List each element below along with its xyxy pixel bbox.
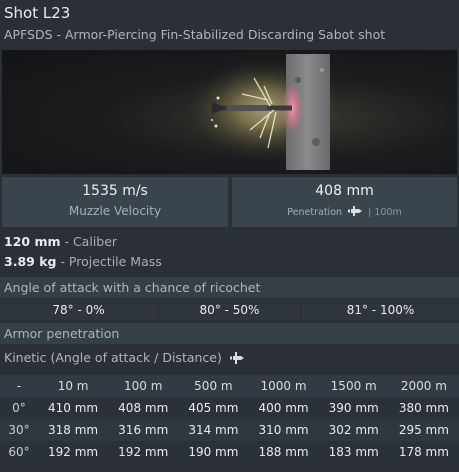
penetration-distance: | 100m (368, 207, 402, 218)
table-cell: 316 mm (108, 419, 179, 441)
table-cell: 192 mm (108, 441, 179, 463)
mass-row: 3.89 kg - Projectile Mass (4, 254, 162, 269)
muzzle-velocity-value: 1535 m/s (82, 183, 148, 199)
mass-value: 3.89 kg (4, 254, 57, 269)
column-header: 1000 m (248, 375, 319, 397)
penetration-box: 408 mm Penetration | 100m (232, 177, 457, 227)
ricochet-header: Angle of attack with a chance of ricoche… (0, 277, 459, 298)
table-row: 0° 410 mm 408 mm 405 mm 400 mm 390 mm 38… (0, 397, 459, 419)
shell-title: Shot L23 (4, 4, 71, 22)
shell-type-subtitle: APFSDS - Armor-Piercing Fin-Stabilized D… (4, 27, 386, 42)
muzzle-velocity-label: Muzzle Velocity (68, 204, 162, 218)
table-cell: 390 mm (318, 397, 389, 419)
table-cell: 178 mm (388, 441, 459, 463)
table-cell: 183 mm (318, 441, 389, 463)
table-cell: 310 mm (248, 419, 319, 441)
table-row: 60° 192 mm 192 mm 190 mm 188 mm 183 mm 1… (0, 441, 459, 463)
penetration-value: 408 mm (315, 183, 374, 199)
table-header-row: - 10 m 100 m 500 m 1000 m 1500 m 2000 m (0, 375, 459, 397)
table-cell: 408 mm (108, 397, 179, 419)
shell-icon (229, 352, 244, 364)
kinetic-label-row: Kinetic (Angle of attack / Distance) (4, 350, 245, 365)
penetration-label: Penetration (287, 207, 343, 218)
ricochet-cell: 81° - 100% (302, 300, 459, 320)
muzzle-velocity-box: 1535 m/s Muzzle Velocity (2, 177, 228, 227)
caliber-label: - Caliber (60, 234, 118, 249)
ricochet-cell: 78° - 0% (0, 300, 157, 320)
table-row: 30° 318 mm 316 mm 314 mm 310 mm 302 mm 2… (0, 419, 459, 441)
table-cell: 380 mm (388, 397, 459, 419)
shell-icon (348, 206, 363, 216)
table-cell: 400 mm (248, 397, 319, 419)
table-cell: 295 mm (388, 419, 459, 441)
mass-label: - Projectile Mass (56, 254, 162, 269)
column-header: 500 m (178, 375, 249, 397)
angle-label: 60° (0, 441, 38, 463)
table-cell: 318 mm (38, 419, 109, 441)
table-cell: 192 mm (38, 441, 109, 463)
table-cell: 188 mm (248, 441, 319, 463)
table-cell: 410 mm (38, 397, 109, 419)
penetration-table: - 10 m 100 m 500 m 1000 m 1500 m 2000 m … (0, 375, 459, 463)
angle-label: 0° (0, 397, 38, 419)
table-corner: - (0, 375, 38, 397)
table-cell: 314 mm (178, 419, 249, 441)
penetration-preview-image (2, 50, 457, 174)
column-header: 1500 m (318, 375, 389, 397)
penetration-sub: Penetration | 100m (232, 206, 457, 218)
angle-label: 30° (0, 419, 38, 441)
column-header: 100 m (108, 375, 179, 397)
table-cell: 190 mm (178, 441, 249, 463)
ricochet-row: 78° - 0% 80° - 50% 81° - 100% (0, 300, 459, 320)
table-cell: 302 mm (318, 419, 389, 441)
ricochet-cell: 80° - 50% (159, 300, 300, 320)
kinetic-label: Kinetic (Angle of attack / Distance) (4, 350, 222, 365)
caliber-row: 120 mm - Caliber (4, 234, 117, 249)
column-header: 10 m (38, 375, 109, 397)
caliber-value: 120 mm (4, 234, 61, 249)
column-header: 2000 m (388, 375, 459, 397)
armor-penetration-header: Armor penetration (0, 323, 459, 344)
table-cell: 405 mm (178, 397, 249, 419)
